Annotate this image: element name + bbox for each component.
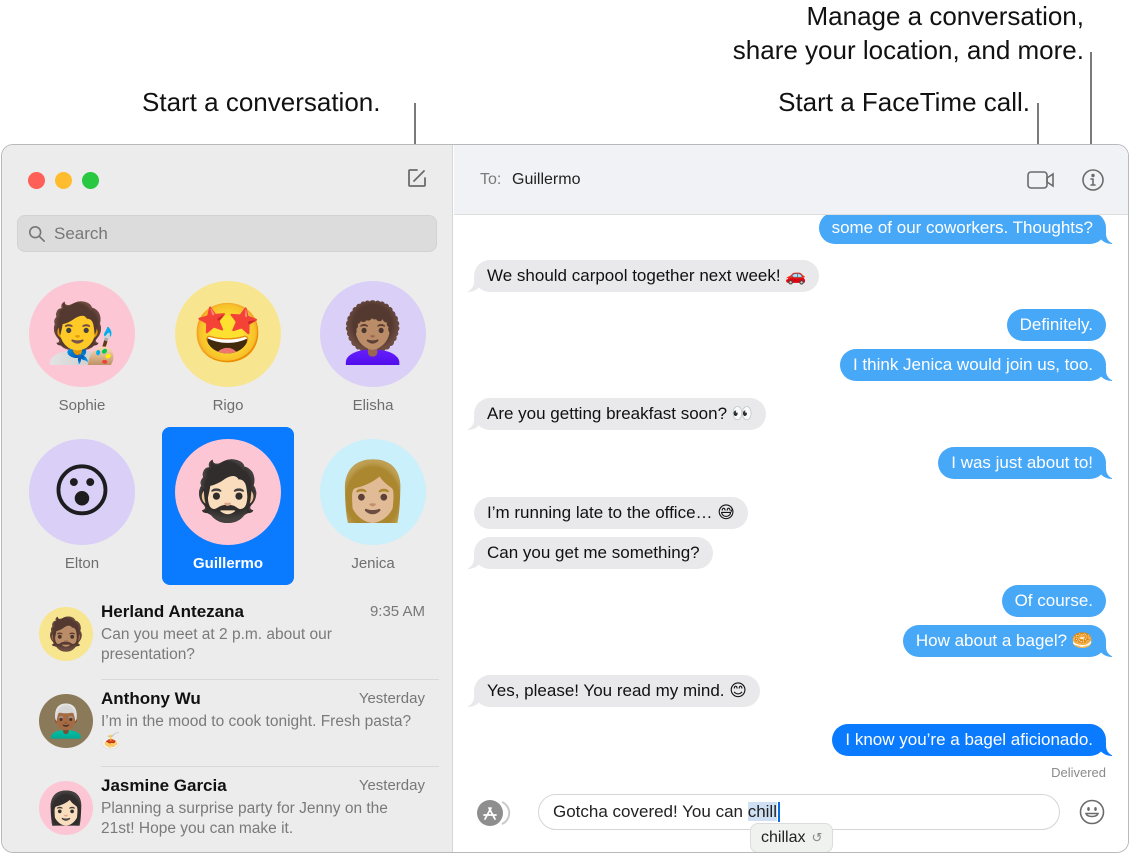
- pinned-name: Elton: [64, 555, 100, 572]
- conversation-name: Jasmine Garcia: [101, 776, 227, 795]
- avatar: 👩🏽‍🦱: [320, 281, 426, 387]
- emoji-button[interactable]: [1078, 798, 1106, 826]
- autocorrect-suggestion[interactable]: chillax ↺: [750, 823, 834, 852]
- compose-icon: [408, 169, 426, 187]
- conversation-item[interactable]: 👨🏾‍🦳 Anthony Wu Yesterday I’m in the moo…: [2, 680, 453, 767]
- sidebar: 🧑‍🎨 Sophie 🤩 Rigo 👩🏽‍🦱 Elisha 😮 Elton 🧔🏻…: [2, 145, 453, 852]
- suggestion-text: chillax: [761, 829, 806, 846]
- conversation-name: Herland Antezana: [101, 602, 244, 621]
- pinned-elton[interactable]: 😮 Elton: [16, 431, 148, 589]
- message-bubble-outgoing[interactable]: How about a bagel? 🥯: [902, 625, 1117, 657]
- app-store-icon: [477, 800, 511, 826]
- conversation-item[interactable]: 🧔🏽 Herland Antezana 9:35 AM Can you meet…: [2, 593, 453, 680]
- pinned-elisha[interactable]: 👩🏽‍🦱 Elisha: [307, 273, 439, 431]
- message-bubble-outgoing[interactable]: Of course.: [1001, 585, 1106, 617]
- message-bubble-outgoing[interactable]: I think Jenica would join us, too.: [839, 349, 1117, 381]
- search-input[interactable]: [54, 223, 414, 244]
- search-icon: [28, 225, 46, 242]
- avatar: 🤩: [175, 281, 281, 387]
- conversation-list: 🧔🏽 Herland Antezana 9:35 AM Can you meet…: [2, 593, 453, 852]
- message-bubble-outgoing[interactable]: I was just about to!: [938, 447, 1116, 479]
- pinned-conversations: 🧑‍🎨 Sophie 🤩 Rigo 👩🏽‍🦱 Elisha 😮 Elton 🧔🏻…: [2, 273, 453, 593]
- message-bubble-outgoing-latest[interactable]: I know you’re a bagel aficionado.: [832, 724, 1116, 756]
- conversation-preview: Can you meet at 2 p.m. about our present…: [101, 626, 332, 663]
- pinned-name: Elisha: [352, 397, 394, 414]
- conversation-name: Anthony Wu: [101, 689, 201, 708]
- pinned-rigo[interactable]: 🤩 Rigo: [162, 273, 294, 431]
- undo-icon: ↺: [811, 830, 823, 845]
- text-caret: [778, 802, 780, 823]
- message-bubble-incoming[interactable]: Yes, please! You read my mind. 😊: [464, 675, 760, 707]
- conversation-item[interactable]: 👩🏻 Jasmine Garcia Yesterday Planning a s…: [2, 767, 453, 852]
- pinned-jenica[interactable]: 👩🏼 Jenica: [307, 431, 439, 589]
- to-label: To:: [480, 171, 502, 188]
- callout-manage-line1: Manage a conversation,: [806, 1, 1084, 31]
- message-bubble-incoming[interactable]: I’m running late to the office… 😅: [474, 497, 748, 529]
- avatar: 🧑‍🎨: [29, 281, 135, 387]
- message-bubble-incoming[interactable]: Can you get me something?: [464, 537, 713, 569]
- callout-manage-line2: share your location, and more.: [732, 35, 1084, 65]
- facetime-button[interactable]: [1026, 167, 1056, 193]
- message-bubble-incoming[interactable]: Are you getting breakfast soon? 👀: [464, 398, 766, 430]
- pinned-guillermo[interactable]: 🧔🏻 Guillermo: [162, 427, 294, 585]
- apps-button[interactable]: [476, 800, 516, 826]
- message-bubble-outgoing[interactable]: some of our coworkers. Thoughts?: [818, 212, 1117, 244]
- message-bubble-incoming[interactable]: We should carpool together next week! 🚗: [463, 260, 820, 292]
- message-list: some of our coworkers. Thoughts? We shou…: [454, 145, 1128, 785]
- conversation-preview: I’m in the mood to cook tonight. Fresh p…: [101, 713, 412, 750]
- pinned-name: Rigo: [212, 397, 244, 414]
- chat-header: To: Guillermo: [454, 145, 1128, 215]
- selected-word: chill: [747, 801, 777, 821]
- avatar: 🧔🏽: [39, 607, 93, 661]
- pinned-name: Jenica: [351, 555, 395, 572]
- conversation-time: Yesterday: [358, 690, 425, 707]
- smiley-icon: [1079, 799, 1105, 825]
- delivery-status: Delivered: [1051, 765, 1106, 780]
- close-window-button[interactable]: [28, 172, 45, 189]
- avatar: 👨🏾‍🦳: [39, 694, 93, 748]
- info-icon: [1082, 169, 1104, 191]
- compose-button[interactable]: [405, 166, 429, 190]
- zoom-window-button[interactable]: [82, 172, 99, 189]
- pinned-name: Sophie: [58, 397, 106, 414]
- conversation-time: Yesterday: [358, 777, 425, 794]
- video-camera-icon: [1027, 171, 1054, 189]
- message-bubble-outgoing[interactable]: Definitely.: [1006, 309, 1106, 341]
- avatar: 👩🏼: [320, 439, 426, 545]
- message-input-text: Gotcha covered! You can chill: [553, 801, 780, 823]
- callout-start-conversation: Start a conversation.: [142, 87, 381, 117]
- conversation-preview: Planning a surprise party for Jenny on t…: [101, 800, 388, 837]
- conversation-time: 9:35 AM: [369, 603, 425, 620]
- callout-facetime: Start a FaceTime call.: [778, 87, 1030, 117]
- info-button[interactable]: [1080, 167, 1110, 193]
- chat-pane: To: Guillermo some of our coworkers. Tho…: [454, 145, 1128, 852]
- search-field[interactable]: [17, 215, 437, 252]
- recipient-name[interactable]: Guillermo: [512, 171, 580, 189]
- pinned-sophie[interactable]: 🧑‍🎨 Sophie: [16, 273, 148, 431]
- pinned-name: Guillermo: [192, 555, 263, 572]
- avatar: 🧔🏻: [175, 439, 281, 545]
- minimize-window-button[interactable]: [55, 172, 72, 189]
- avatar: 😮: [29, 439, 135, 545]
- messages-window: 🧑‍🎨 Sophie 🤩 Rigo 👩🏽‍🦱 Elisha 😮 Elton 🧔🏻…: [1, 144, 1129, 853]
- avatar: 👩🏻: [39, 781, 93, 835]
